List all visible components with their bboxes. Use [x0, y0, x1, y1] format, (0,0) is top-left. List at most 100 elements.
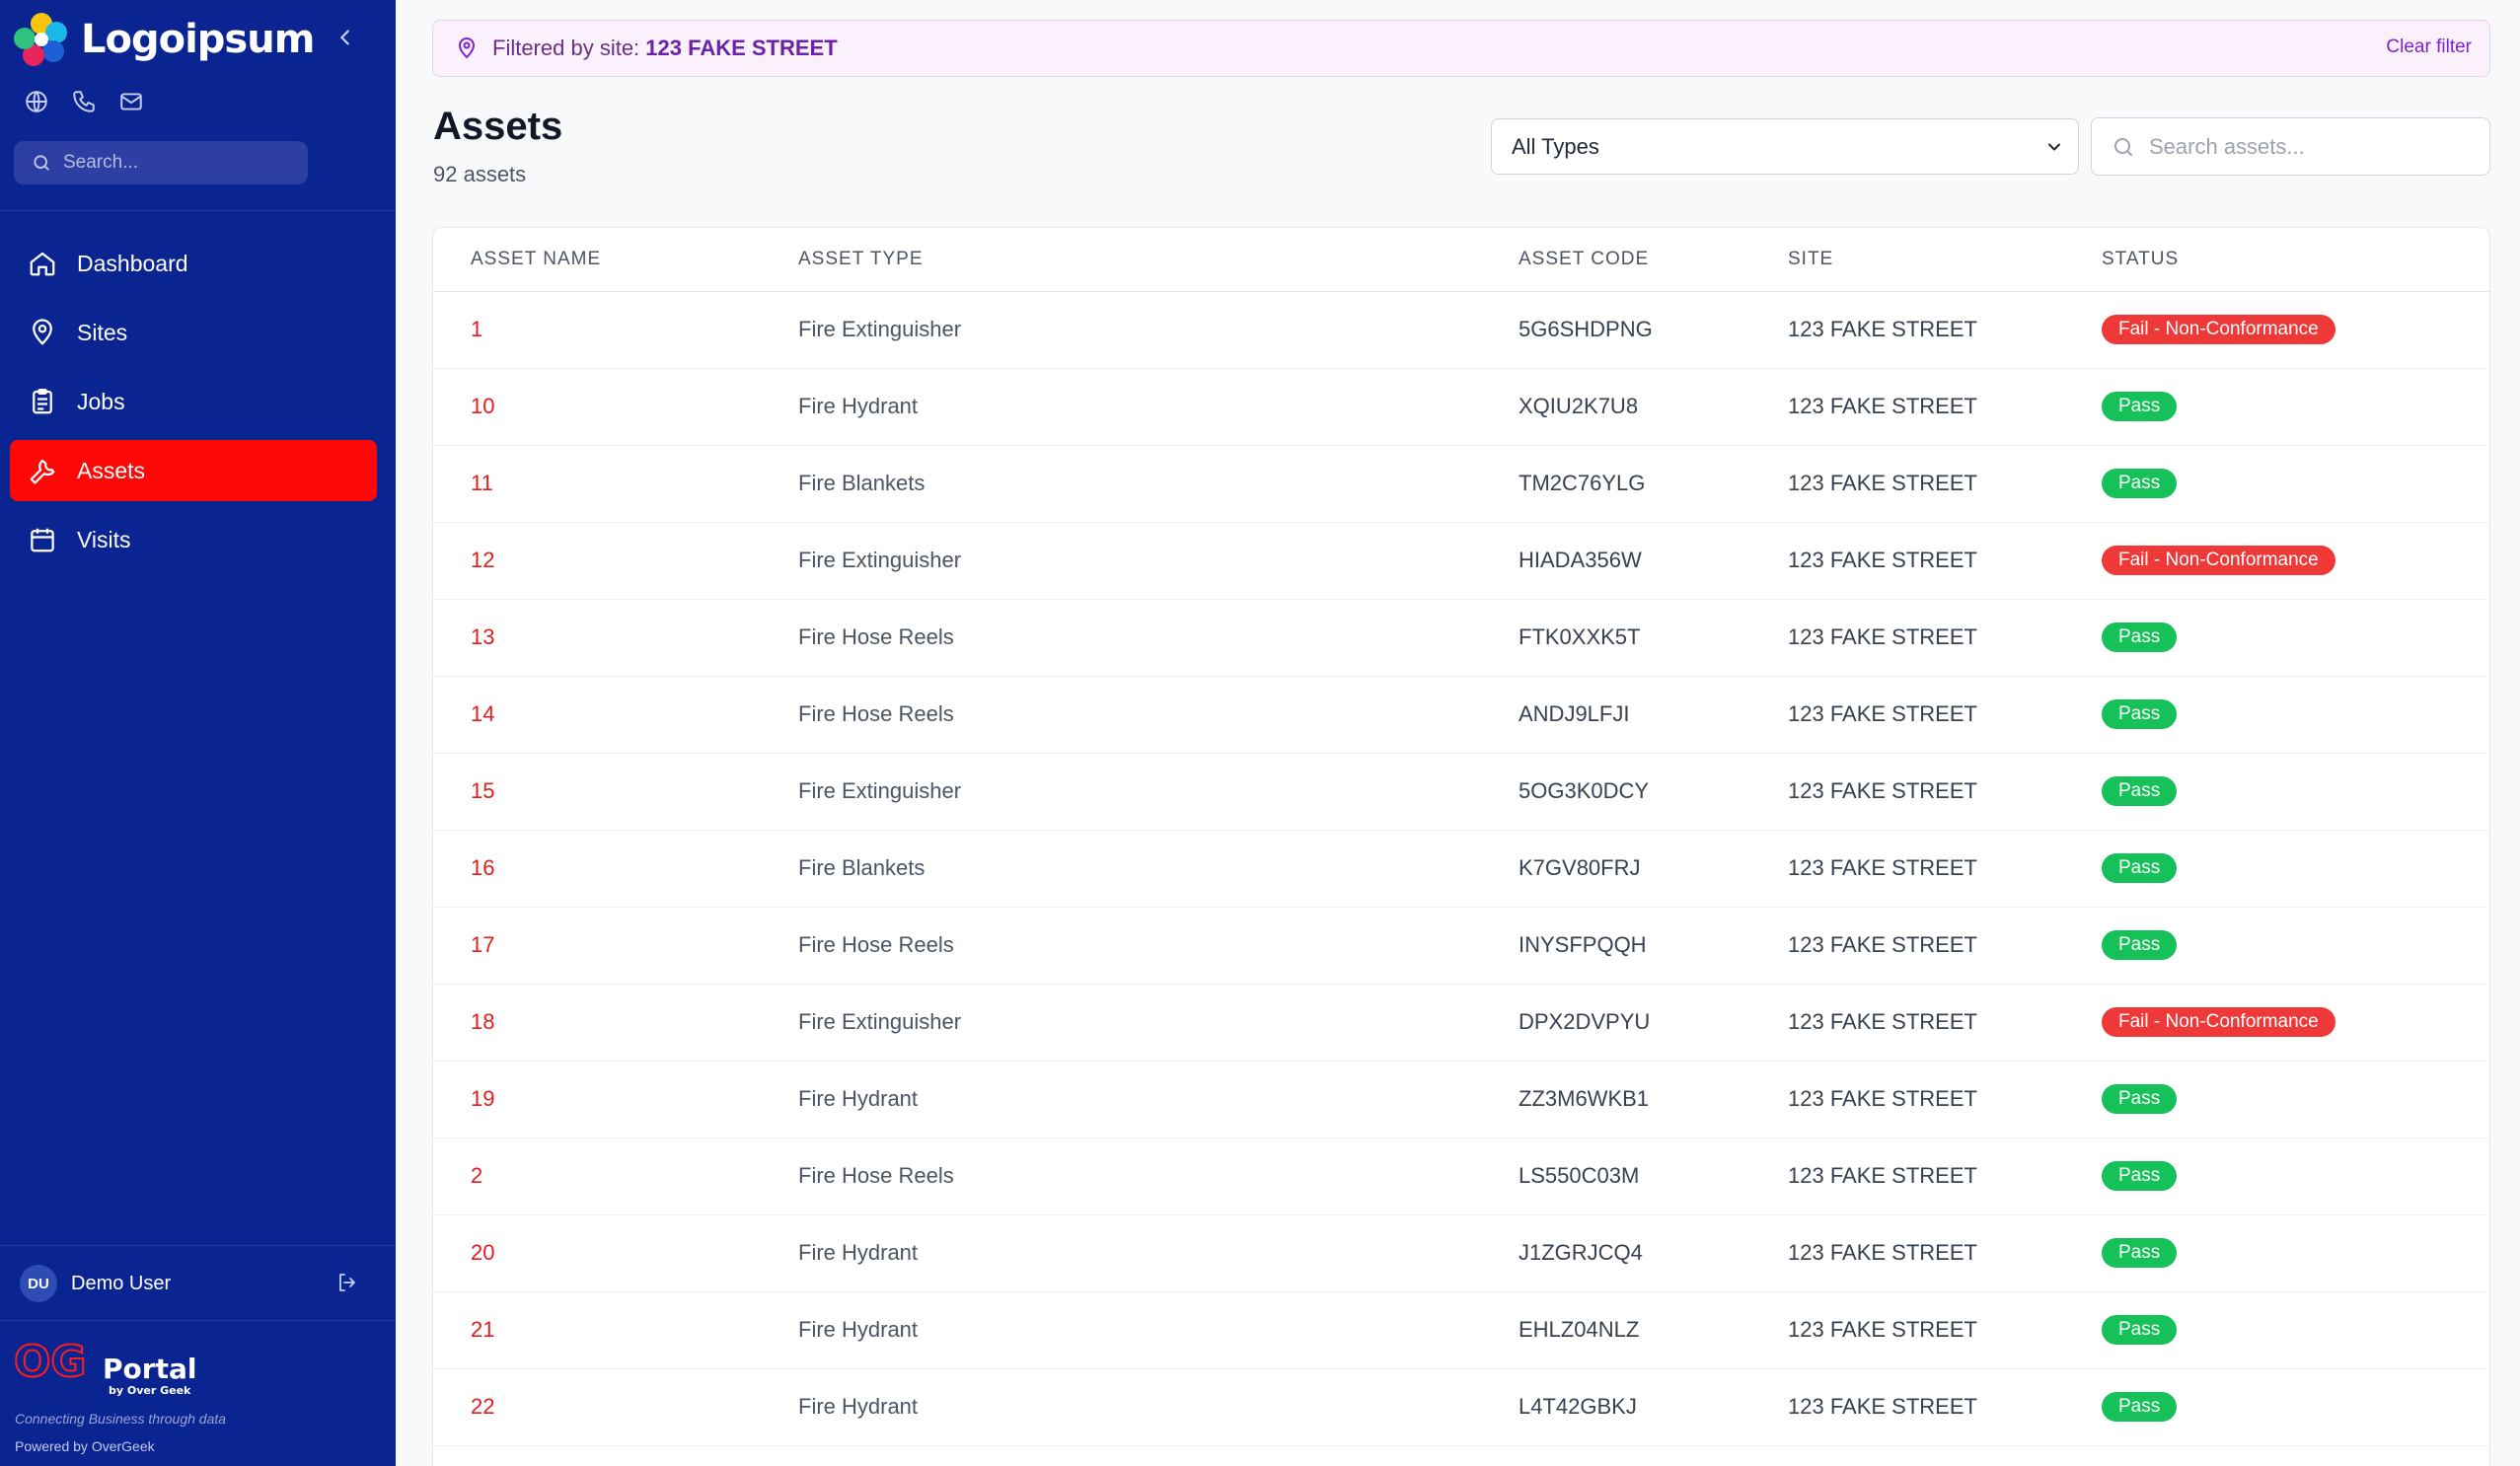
asset-code-cell: ANDJ9LFJI	[1519, 676, 1788, 754]
asset-name-link[interactable]: 22	[433, 1368, 798, 1446]
status-badge: Pass	[2102, 699, 2178, 729]
sidebar-item-dashboard[interactable]: Dashboard	[10, 233, 377, 294]
phone-icon[interactable]	[71, 89, 97, 114]
status-badge: Pass	[2102, 1392, 2178, 1422]
divider	[0, 210, 396, 211]
column-header-asset-name[interactable]: ASSET NAME	[433, 228, 798, 292]
clear-filter-button[interactable]: Clear filter	[2386, 37, 2472, 58]
asset-type-cell: Fire Hose Reels	[798, 676, 1519, 754]
chevron-left-icon[interactable]	[332, 24, 359, 51]
asset-type-selected: All Types	[1512, 133, 1599, 159]
sidebar-item-visits[interactable]: Visits	[10, 509, 377, 570]
status-badge: Pass	[2102, 392, 2178, 421]
status-badge: Pass	[2102, 776, 2178, 806]
column-header-site[interactable]: SITE	[1788, 228, 2102, 292]
logo-icon	[14, 13, 67, 66]
status-cell: Pass	[2102, 1214, 2489, 1292]
asset-code-cell: HIADA356W	[1519, 522, 1788, 600]
asset-code-cell: FTK0XXK5T	[1519, 599, 1788, 677]
svg-text:by Over Geek: by Over Geek	[109, 1384, 191, 1397]
table-row[interactable]: 14 Fire Hose Reels ANDJ9LFJI 123 FAKE STREE…	[433, 676, 2489, 754]
sidebar-item-sites[interactable]: Sites	[10, 302, 377, 363]
asset-code-cell: L4T42GBKJ	[1519, 1368, 1788, 1446]
asset-code-cell: 5G6SHDPNG	[1519, 291, 1788, 369]
sidebar-item-jobs[interactable]: Jobs	[10, 371, 377, 432]
status-badge: Pass	[2102, 853, 2178, 883]
table-row[interactable]: 19 Fire Hydrant ZZ3M6WKB1 123 FAKE STREET Pa…	[433, 1061, 2489, 1138]
asset-name-link[interactable]: 10	[433, 368, 798, 446]
user-profile[interactable]: DU Demo User	[20, 1265, 375, 1302]
asset-search-input[interactable]	[2149, 133, 2475, 160]
table-row[interactable]: 1 Fire Extinguisher 5G6SHDPNG 123 FAKE STRE…	[433, 291, 2489, 369]
status-cell: Pass	[2102, 753, 2489, 831]
asset-type-cell: Fire Hose Reels	[798, 907, 1519, 985]
asset-type-cell: Fire Hose Reels	[798, 1137, 1519, 1215]
table-row[interactable]: 13 Fire Hose Reels FTK0XXK5T 123 FAKE STREE…	[433, 599, 2489, 677]
asset-name-link[interactable]: 19	[433, 1061, 798, 1138]
calendar-icon	[28, 525, 57, 554]
asset-type-cell: Fire Extinguisher	[798, 522, 1519, 600]
mail-icon[interactable]	[118, 89, 144, 114]
asset-name-link[interactable]: 14	[433, 676, 798, 754]
status-cell: Pass	[2102, 1368, 2489, 1446]
asset-type-cell: Fire Extinguisher	[798, 753, 1519, 831]
status-badge: Pass	[2102, 623, 2178, 652]
sidebar-nav: Dashboard Sites Jobs Assets Visits	[10, 233, 377, 578]
asset-name-link[interactable]: 2	[433, 1137, 798, 1215]
search-icon	[2114, 137, 2132, 156]
asset-name-link[interactable]: 17	[433, 907, 798, 985]
status-cell: Fail - Non-Conformance	[2102, 984, 2489, 1062]
table-row[interactable]: 15 Fire Extinguisher 5OG3K0DCY 123 FAKE STR…	[433, 753, 2489, 831]
asset-name-link[interactable]: 21	[433, 1291, 798, 1369]
asset-name-link[interactable]: 15	[433, 753, 798, 831]
table-row[interactable]: 18 Fire Extinguisher DPX2DVPYU 123 FAKE STR…	[433, 984, 2489, 1062]
sidebar-search[interactable]	[14, 141, 308, 184]
filter-banner: Filtered by site: 123 FAKE STREET Clear …	[432, 20, 2490, 77]
contact-icons	[24, 89, 144, 114]
status-cell: Pass	[2102, 599, 2489, 677]
site-cell: 123 FAKE STREET	[1788, 599, 2102, 677]
column-header-asset-type[interactable]: ASSET TYPE	[798, 228, 1519, 292]
asset-name-link[interactable]: 13	[433, 599, 798, 677]
filter-text: Filtered by site: 123 FAKE STREET	[492, 36, 838, 61]
column-header-asset-code[interactable]: ASSET CODE	[1519, 228, 1788, 292]
sidebar: Logoipsum Dashboard Sites	[0, 0, 396, 1466]
brand-name: Logoipsum	[81, 17, 315, 62]
table-row[interactable]: 21 Fire Hydrant EHLZ04NLZ 123 FAKE STREET Pa…	[433, 1291, 2489, 1369]
table-row[interactable]: 10 Fire Hydrant XQIU2K7U8 123 FAKE STREET Pa…	[433, 368, 2489, 446]
asset-name-link[interactable]: 18	[433, 984, 798, 1062]
table-row[interactable]: 20 Fire Hydrant J1ZGRJCQ4 123 FAKE STREET Pa…	[433, 1214, 2489, 1292]
table-row[interactable]: 17 Fire Hose Reels INYSFPQQH 123 FAKE STREE…	[433, 907, 2489, 985]
asset-code-cell: ZZ3M6WKB1	[1519, 1061, 1788, 1138]
table-row[interactable]: 2 Fire Hose Reels LS550C03M 123 FAKE STREET…	[433, 1137, 2489, 1215]
status-badge: Fail - Non-Conformance	[2102, 1007, 2335, 1037]
asset-count: 92 assets	[433, 162, 527, 186]
asset-name-link[interactable]: 20	[433, 1214, 798, 1292]
sidebar-search-input[interactable]	[63, 152, 300, 174]
asset-type-select[interactable]: All Types	[1491, 118, 2079, 175]
table-row[interactable]: 16 Fire Blankets K7GV80FRJ 123 FAKE STREET P…	[433, 830, 2489, 908]
table-row[interactable]: 22 Fire Hydrant L4T42GBKJ 123 FAKE STREET Pa…	[433, 1368, 2489, 1446]
asset-name-link[interactable]: 1	[433, 291, 798, 369]
chevron-down-icon	[2048, 143, 2060, 151]
divider	[0, 1245, 396, 1246]
home-icon	[28, 249, 57, 278]
asset-search[interactable]	[2091, 117, 2490, 176]
asset-name-link[interactable]: 11	[433, 445, 798, 523]
sidebar-item-assets[interactable]: Assets	[10, 440, 377, 501]
asset-type-cell: Fire Hydrant	[798, 1214, 1519, 1292]
asset-type-cell: Fire Blankets	[798, 445, 1519, 523]
powered-by: Powered by OverGeek	[15, 1438, 155, 1454]
status-cell: Pass	[2102, 1137, 2489, 1215]
asset-type-cell: Fire Extinguisher	[798, 291, 1519, 369]
globe-icon[interactable]	[24, 89, 49, 114]
asset-name-link[interactable]: 16	[433, 830, 798, 908]
table-row[interactable]: 12 Fire Extinguisher HIADA356W 123 FAKE STR…	[433, 522, 2489, 600]
site-cell: 123 FAKE STREET	[1788, 368, 2102, 446]
asset-name-link[interactable]: 12	[433, 522, 798, 600]
column-header-status[interactable]: STATUS	[2102, 228, 2489, 292]
logout-icon[interactable]	[335, 1271, 361, 1296]
table-row[interactable]: 11 Fire Blankets TM2C76YLG 123 FAKE STREET P…	[433, 445, 2489, 523]
site-cell: 123 FAKE STREET	[1788, 445, 2102, 523]
asset-code-cell: XQIU2K7U8	[1519, 368, 1788, 446]
